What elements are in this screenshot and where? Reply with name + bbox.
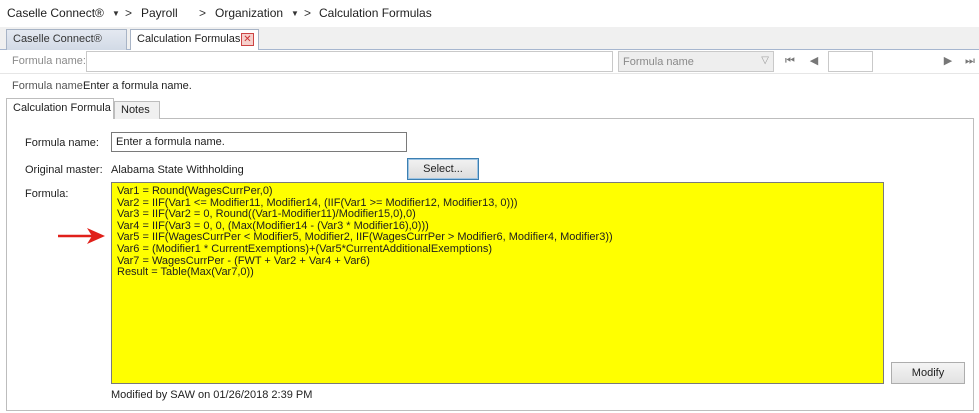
header-value: Enter a formula name. <box>83 80 192 92</box>
original-master-label: Original master: <box>25 164 103 176</box>
formula-line: Var6 = (Modifier1 * CurrentExemptions)+(… <box>117 242 492 255</box>
search-row: Formula name: Formula name ▽ ⏮ ◀ ▶ ⏭ <box>0 50 979 74</box>
next-page-icon[interactable]: ▶ <box>940 53 956 69</box>
breadcrumb-caselle-connect[interactable]: Caselle Connect® <box>7 6 104 20</box>
record-position-input[interactable] <box>828 51 873 72</box>
select-button[interactable]: Select... <box>407 158 479 180</box>
document-tabs: Caselle Connect® Calculation Formulas ✕ <box>0 27 979 51</box>
breadcrumb: Caselle Connect® ▼ > Payroll > Organizat… <box>0 0 979 27</box>
red-arrow-icon <box>58 228 105 244</box>
breadcrumb-calculation-formulas: Calculation Formulas <box>319 6 432 20</box>
tab-calculation-formula[interactable]: Calculation Formula <box>6 98 114 120</box>
tab-label: Calculation Formulas <box>137 33 241 45</box>
tab-caselle-connect[interactable]: Caselle Connect® <box>6 29 127 50</box>
formula-line: Var1 = Round(WagesCurrPer,0) <box>117 185 273 197</box>
breadcrumb-organization[interactable]: Organization <box>215 6 283 20</box>
search-input[interactable] <box>86 51 613 72</box>
search-label: Formula name: <box>12 55 86 67</box>
breadcrumb-separator-icon: > <box>199 6 207 20</box>
formula-name-input[interactable]: Enter a formula name. <box>111 132 407 152</box>
breadcrumb-payroll[interactable]: Payroll <box>141 6 178 20</box>
record-header: Formula name: Enter a formula name. <box>0 75 979 97</box>
chevron-down-icon[interactable]: ▼ <box>291 9 299 18</box>
tab-calculation-formulas[interactable]: Calculation Formulas ✕ <box>130 29 259 51</box>
search-field-select[interactable]: Formula name ▽ <box>618 51 774 72</box>
tab-notes[interactable]: Notes <box>114 101 160 119</box>
modify-button[interactable]: Modify <box>891 362 965 384</box>
formula-name-label: Formula name: <box>25 137 99 149</box>
modified-info: Modified by SAW on 01/26/2018 2:39 PM <box>111 389 313 401</box>
header-label: Formula name: <box>12 80 86 92</box>
breadcrumb-separator-icon: > <box>304 6 312 20</box>
breadcrumb-separator-icon: > <box>125 6 133 20</box>
formula-label: Formula: <box>25 188 69 200</box>
tab-label: Caselle Connect® <box>13 33 102 45</box>
first-page-icon[interactable]: ⏮ <box>782 53 798 69</box>
last-page-icon[interactable]: ⏭ <box>962 53 978 69</box>
chevron-down-icon[interactable]: ▼ <box>112 9 120 18</box>
inner-tabs: Calculation Formula Notes <box>6 98 974 120</box>
close-icon[interactable]: ✕ <box>241 33 254 46</box>
chevron-down-icon: ▽ <box>761 55 769 66</box>
tab-label: Calculation Formula <box>13 102 111 114</box>
search-field-select-value: Formula name <box>623 56 694 68</box>
formula-editor[interactable]: Var1 = Round(WagesCurrPer,0) Var2 = IIF(… <box>111 182 884 384</box>
previous-page-icon[interactable]: ◀ <box>806 53 822 69</box>
tab-label: Notes <box>121 104 150 116</box>
formula-line: Result = Table(Max(Var7,0)) <box>117 266 254 279</box>
original-master-value: Alabama State Withholding <box>111 164 244 176</box>
